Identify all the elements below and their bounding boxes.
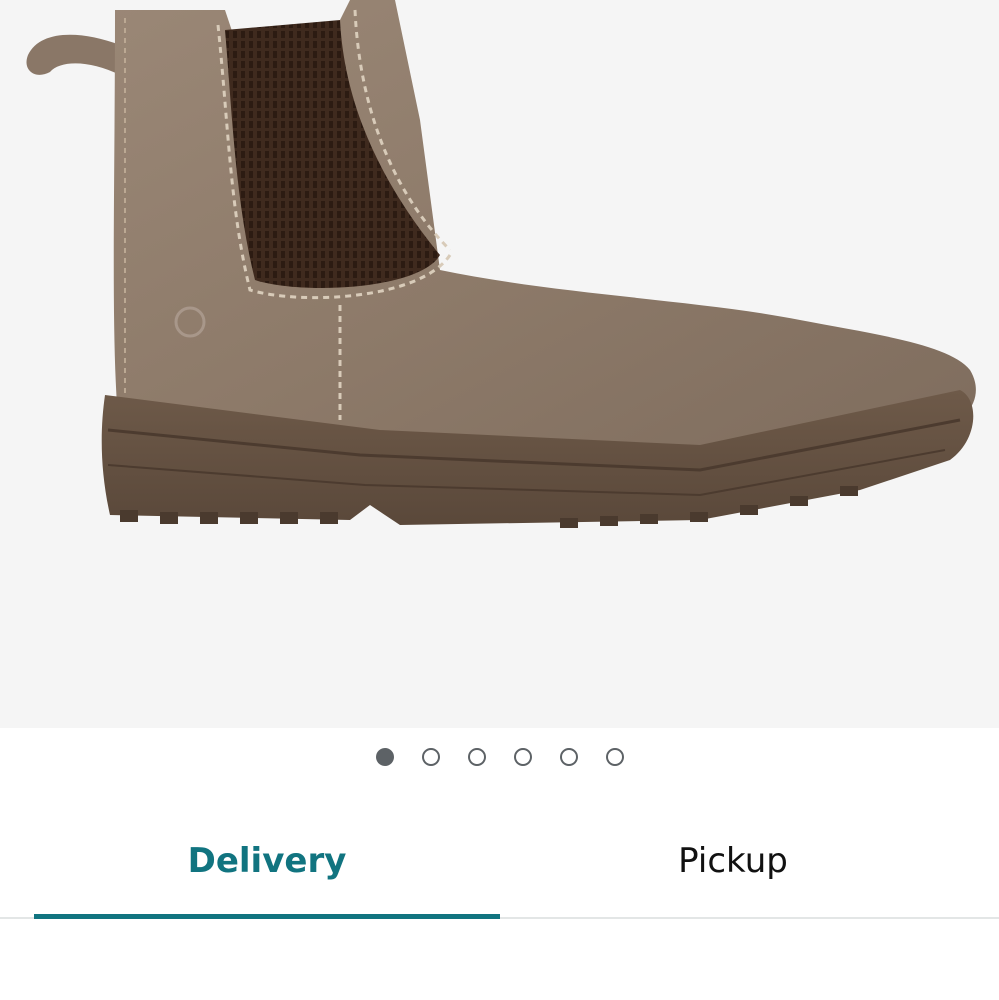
carousel-dot-2[interactable] [422, 748, 440, 766]
carousel-dot-4[interactable] [514, 748, 532, 766]
carousel-dot-1[interactable] [376, 748, 394, 766]
carousel-pagination [0, 746, 999, 770]
carousel-dot-6[interactable] [606, 748, 624, 766]
tab-pickup[interactable]: Pickup [500, 834, 966, 888]
product-image-carousel[interactable] [0, 0, 999, 728]
carousel-dot-5[interactable] [560, 748, 578, 766]
active-tab-indicator [34, 914, 500, 919]
fulfillment-tabs: Delivery Pickup [0, 800, 999, 922]
boot-product-image[interactable] [0, 0, 999, 728]
tab-delivery[interactable]: Delivery [34, 834, 500, 888]
carousel-dot-3[interactable] [468, 748, 486, 766]
